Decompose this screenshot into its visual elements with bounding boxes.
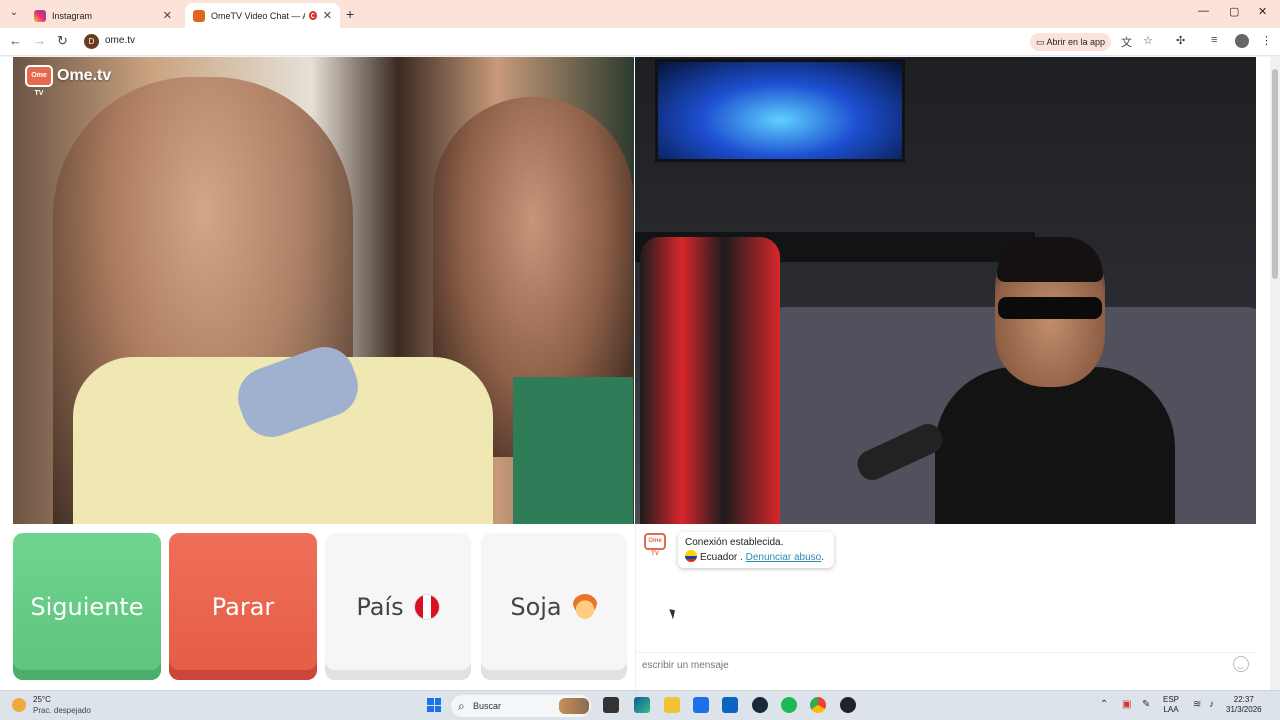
tab-title: Instagram: [52, 10, 93, 21]
ometv-favicon-icon: [193, 9, 205, 22]
search-highlight-icon: [559, 698, 589, 714]
message-box: [636, 652, 1257, 676]
hair: [997, 237, 1103, 282]
tray-chevron-icon[interactable]: ⌃: [1100, 699, 1108, 710]
new-tab-button[interactable]: +: [346, 6, 354, 22]
ecuador-flag-icon: [685, 550, 697, 562]
outlook-icon[interactable]: [722, 697, 738, 713]
boy-emoji-icon: [571, 593, 598, 620]
stranger-video: Ome TV Ome.tv: [13, 57, 634, 524]
store-icon[interactable]: [693, 697, 709, 713]
connected-text: Conexión establecida.: [685, 537, 784, 548]
emoji-icon[interactable]: [1233, 656, 1249, 672]
chat-ometv-icon: Ome TV: [644, 533, 666, 557]
peru-flag-icon: [413, 593, 440, 620]
back-arrow-icon[interactable]: ←: [9, 33, 22, 48]
scrollbar-thumb[interactable]: [1272, 69, 1278, 279]
system-message: Conexión establecida. Ecuador . Denuncia…: [678, 532, 834, 568]
chat-panel: Ome TV Conexión establecida. Ecuador . D…: [635, 524, 1257, 690]
weather-temp: 25°C: [33, 695, 51, 704]
hoodie: [935, 367, 1175, 524]
windows-taskbar: 25°C Prac. despejado Buscar ⌃ ▣ ✎ ESP LA…: [0, 690, 1280, 720]
own-video: [635, 57, 1256, 524]
search-label: Buscar: [473, 701, 502, 711]
forward-arrow-icon[interactable]: →: [33, 33, 46, 48]
streamer: [935, 237, 1175, 524]
period: .: [821, 552, 824, 563]
country-button[interactable]: País: [325, 533, 471, 680]
ometv-logo-icon: Ome TV: [25, 65, 53, 97]
message-input[interactable]: [642, 657, 1202, 673]
country-text: Ecuador: [700, 552, 738, 563]
tray-app-icon[interactable]: ▣: [1122, 699, 1131, 710]
language-bottom: LAA: [1163, 705, 1179, 714]
star-icon[interactable]: ☆: [1143, 34, 1153, 47]
page-scrollbar[interactable]: [1270, 57, 1280, 690]
spotify-icon[interactable]: [781, 697, 797, 713]
task-view-icon[interactable]: [603, 697, 619, 713]
shirt-green: [513, 377, 633, 524]
pen-icon[interactable]: ✎: [1142, 699, 1150, 710]
close-tab-icon[interactable]: ✕: [163, 9, 172, 22]
address-bar[interactable]: ome.tv: [105, 35, 135, 46]
ometv-logo-text: Ome.tv: [57, 67, 112, 84]
volume-icon[interactable]: ♪: [1209, 699, 1214, 710]
minimize-button[interactable]: —: [1198, 5, 1209, 17]
gaming-chair: [640, 237, 780, 524]
time: 22:37: [1233, 695, 1254, 704]
report-abuse-link[interactable]: Denunciar abuso: [746, 552, 822, 563]
weather-sun-icon[interactable]: [12, 698, 26, 712]
wifi-icon[interactable]: ≋: [1193, 699, 1201, 710]
ometv-page: Ome TV Ome.tv Siguiente Parar País Soja …: [0, 57, 1280, 690]
language-indicator[interactable]: ESP LAA: [1163, 695, 1179, 715]
gender-label: Soja: [510, 592, 562, 621]
sunglasses: [998, 297, 1102, 319]
media-controls-icon[interactable]: ≡: [1211, 34, 1217, 46]
tab-instagram[interactable]: Instagram ✕: [26, 3, 180, 28]
ometv-logo: Ome TV Ome.tv: [25, 65, 112, 97]
profile-avatar[interactable]: [1235, 34, 1249, 48]
obs-icon[interactable]: [840, 697, 856, 713]
tab-search-chevron-icon[interactable]: ⌄: [6, 5, 22, 21]
separator: .: [737, 552, 746, 563]
translate-icon[interactable]: 文: [1121, 34, 1132, 50]
tab-ometv[interactable]: OmeTV Video Chat — Alter ✕: [185, 3, 340, 28]
close-window-button[interactable]: ✕: [1258, 5, 1267, 18]
open-in-app-button[interactable]: ▭ Abrir en la app: [1030, 33, 1112, 51]
edge-icon[interactable]: [634, 697, 650, 713]
start-windows-icon[interactable]: [427, 698, 441, 712]
browser-toolbar: ← → ↻ D ome.tv ▭ Abrir en la app 文 ☆ ✣ ≡…: [0, 28, 1280, 56]
open-in-app-label: Abrir en la app: [1046, 37, 1106, 47]
gender-button[interactable]: Soja: [481, 533, 627, 680]
site-info-icon[interactable]: D: [84, 34, 99, 49]
menu-kebab-icon[interactable]: ⋮: [1261, 34, 1272, 47]
instagram-icon: [34, 9, 46, 22]
date: 31/3/2026: [1226, 705, 1262, 714]
chrome-icon[interactable]: [810, 697, 826, 713]
next-button[interactable]: Siguiente: [13, 533, 161, 680]
steam-icon[interactable]: [752, 697, 768, 713]
taskbar-search[interactable]: Buscar: [451, 695, 591, 717]
file-explorer-icon[interactable]: [664, 697, 680, 713]
weather-desc: Prac. despejado: [33, 706, 91, 715]
reload-icon[interactable]: ↻: [57, 33, 68, 49]
country-label: País: [356, 592, 404, 621]
recording-icon: [308, 11, 317, 20]
extensions-icon[interactable]: ✣: [1176, 34, 1185, 47]
tab-title: OmeTV Video Chat — Alter: [211, 10, 305, 21]
tab-strip: ⌄ Instagram ✕ OmeTV Video Chat — Alter ✕…: [0, 0, 1280, 28]
close-tab-icon[interactable]: ✕: [323, 9, 332, 22]
stop-button[interactable]: Parar: [169, 533, 317, 680]
maximize-button[interactable]: ▢: [1229, 5, 1239, 18]
clock[interactable]: 22:37 31/3/2026: [1226, 695, 1262, 715]
mouse-cursor-icon: [669, 607, 678, 620]
language-top: ESP: [1163, 695, 1180, 704]
tv-fireplace: [655, 59, 905, 162]
